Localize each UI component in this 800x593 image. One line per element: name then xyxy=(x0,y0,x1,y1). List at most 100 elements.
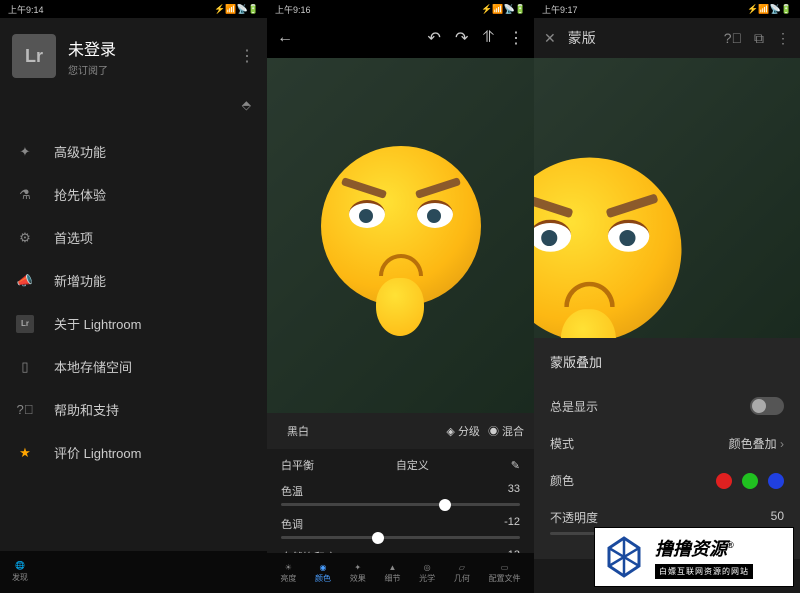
status-bar: 上午9:16 ⚡📶📡🔋 xyxy=(267,0,534,18)
tab-label: 亮度 xyxy=(280,573,296,584)
slider-track[interactable] xyxy=(281,503,520,506)
nav-discover[interactable]: 🌐 发现 xyxy=(12,561,28,583)
menu-rate[interactable]: ★评价 Lightroom xyxy=(0,431,267,474)
mask-settings: 蒙版叠加 总是显示 模式 颜色叠加 › 颜色 不透明度50 xyxy=(534,338,800,559)
white-balance-row[interactable]: 白平衡 自定义 ✎ xyxy=(281,457,520,473)
effects-icon: ✦ xyxy=(354,563,361,572)
header-title: 蒙版 xyxy=(568,28,712,48)
lr-icon: Lr xyxy=(16,315,34,333)
status-icons: ⚡📶📡🔋 xyxy=(481,4,526,15)
tab-color[interactable]: ◉颜色 xyxy=(315,563,331,584)
tab-mix[interactable]: ◉ 混合 xyxy=(488,423,524,439)
menu-label: 高级功能 xyxy=(54,142,106,161)
help-icon: ?⃝ xyxy=(16,401,34,419)
mask-section-title: 蒙版叠加 xyxy=(550,352,784,371)
status-time: 上午9:17 xyxy=(542,3,578,16)
light-icon: ☀ xyxy=(285,563,292,572)
close-icon[interactable]: ✕ xyxy=(544,30,556,47)
color-tabs: 黑白 ◈ 分级 ◉ 混合 xyxy=(267,413,534,449)
color-green[interactable] xyxy=(742,473,758,489)
app-logo: Lr xyxy=(12,34,56,78)
menu-whats-new[interactable]: 📣 新增功能 xyxy=(0,259,267,302)
preview-content xyxy=(311,136,491,336)
watermark-subtitle: 白嫖互联网资源的网站 xyxy=(655,564,753,579)
help-icon[interactable]: ?⃝ xyxy=(724,30,742,46)
wb-value: 自定义 xyxy=(396,457,429,473)
menu-label: 新增功能 xyxy=(54,271,106,290)
more-menu-icon[interactable]: ⋮ xyxy=(239,46,255,66)
wb-label: 白平衡 xyxy=(281,457,314,473)
megaphone-icon: 📣 xyxy=(16,272,34,290)
gear-icon: ⚙ xyxy=(16,229,34,247)
globe-icon: 🌐 xyxy=(15,561,25,570)
redo-icon[interactable]: ↷ xyxy=(455,28,468,48)
tab-geometry[interactable]: ▱几何 xyxy=(454,563,470,584)
opacity-value: 50 xyxy=(771,509,784,526)
copy-icon[interactable]: ⧉ xyxy=(754,30,764,47)
slider-value: 33 xyxy=(508,483,520,499)
mode-row[interactable]: 模式 颜色叠加 › xyxy=(550,425,784,462)
menu-premium[interactable]: ✦高级功能 xyxy=(0,130,267,173)
tab-label: 细节 xyxy=(384,573,400,584)
status-icons: ⚡📶📡🔋 xyxy=(214,4,259,15)
always-show-toggle[interactable] xyxy=(750,397,784,415)
always-show-row: 总是显示 xyxy=(550,387,784,425)
color-blue[interactable] xyxy=(768,473,784,489)
flask-icon: ⚗ xyxy=(16,186,34,204)
detail-icon: ▲ xyxy=(388,563,396,572)
status-time: 上午9:16 xyxy=(275,3,311,16)
eyedropper-icon[interactable]: ✎ xyxy=(511,459,520,472)
slider-thumb[interactable] xyxy=(372,532,384,544)
edit-tabs: ☀亮度 ◉颜色 ✦效果 ▲细节 ◎光学 ▱几何 ▭配置文件 xyxy=(267,553,534,593)
menu-label: 抢先体验 xyxy=(54,185,106,204)
color-red[interactable] xyxy=(716,473,732,489)
slider-value: -12 xyxy=(504,516,520,532)
slider-thumb[interactable] xyxy=(439,499,451,511)
tab-profiles[interactable]: ▭配置文件 xyxy=(489,563,521,584)
menu-preferences[interactable]: ⚙首选项 xyxy=(0,216,267,259)
slider-name: 色温 xyxy=(281,483,303,499)
login-status[interactable]: 未登录 xyxy=(68,36,239,60)
more-icon[interactable]: ⋮ xyxy=(776,30,790,47)
profiles-icon: ▭ xyxy=(501,563,509,572)
watermark-logo xyxy=(599,532,649,582)
mode-value: 颜色叠加 xyxy=(729,437,777,451)
filter-icon[interactable]: ⬘ xyxy=(242,98,251,112)
status-icons: ⚡📶📡🔋 xyxy=(747,4,792,15)
chevron-right-icon: › xyxy=(780,437,784,451)
subscription-status: 您订阅了 xyxy=(68,62,239,77)
editor-panel: 上午9:16 ⚡📶📡🔋 ← ↶ ↷ ⥣ ⋮ 黑白 ◈ 分级 ◉ 混合 白平衡 自… xyxy=(267,0,534,593)
tab-effects[interactable]: ✦效果 xyxy=(350,563,366,584)
tab-light[interactable]: ☀亮度 xyxy=(280,563,296,584)
tab-detail[interactable]: ▲细节 xyxy=(384,563,400,584)
always-show-label: 总是显示 xyxy=(550,398,598,415)
tab-label: 颜色 xyxy=(315,573,331,584)
slider-tint[interactable]: 色调-12 xyxy=(281,516,520,539)
tab-grading[interactable]: ◈ 分级 xyxy=(446,423,480,439)
tab-label: 配置文件 xyxy=(489,573,521,584)
profile-header: Lr 未登录 您订阅了 ⋮ xyxy=(0,18,267,94)
phone-icon: ▯ xyxy=(16,358,34,376)
menu-help[interactable]: ?⃝帮助和支持 xyxy=(0,388,267,431)
back-icon[interactable]: ← xyxy=(277,29,293,47)
undo-icon[interactable]: ↶ xyxy=(428,28,441,48)
more-icon[interactable]: ⋮ xyxy=(508,28,524,48)
share-icon[interactable]: ⥣ xyxy=(482,29,494,47)
preview-content xyxy=(534,146,693,338)
status-time: 上午9:14 xyxy=(8,3,44,16)
status-bar: 上午9:17 ⚡📶📡🔋 xyxy=(534,0,800,18)
menu-storage[interactable]: ▯本地存储空间 xyxy=(0,345,267,388)
slider-track[interactable] xyxy=(281,536,520,539)
color-row: 颜色 xyxy=(550,462,784,499)
watermark: 撸撸资源® 白嫖互联网资源的网站 xyxy=(594,527,794,587)
nav-label: 发现 xyxy=(12,572,28,583)
menu-list: ✦高级功能 ⚗ 抢先体验 ⚙首选项 📣 新增功能 Lr关于 Lightroom ▯本… xyxy=(0,122,267,482)
tab-optics[interactable]: ◎光学 xyxy=(419,563,435,584)
slider-temp[interactable]: 色温 33 xyxy=(281,483,520,506)
mode-label: 模式 xyxy=(550,435,574,452)
image-preview[interactable] xyxy=(267,58,534,413)
menu-early-access[interactable]: ⚗ 抢先体验 xyxy=(0,173,267,216)
mask-preview[interactable] xyxy=(534,58,800,338)
menu-about[interactable]: Lr关于 Lightroom xyxy=(0,302,267,345)
tab-bw[interactable]: 黑白 xyxy=(277,419,319,443)
